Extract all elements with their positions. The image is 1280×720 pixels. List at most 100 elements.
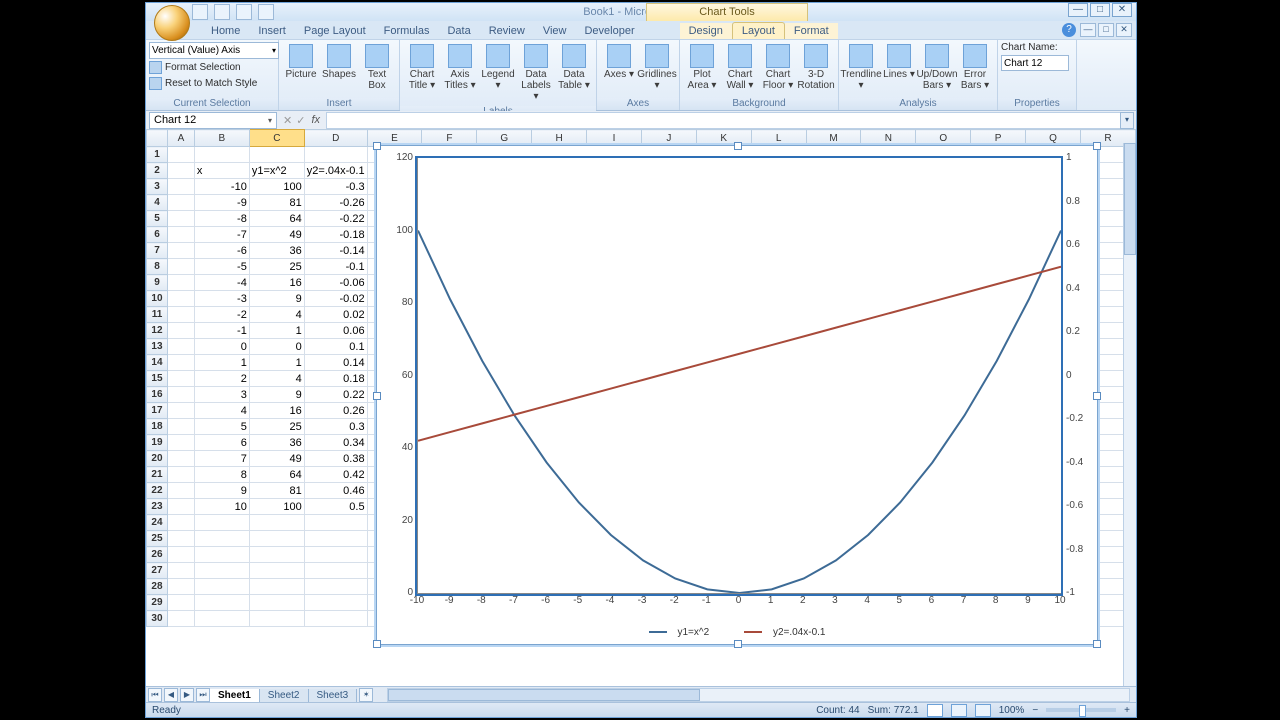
cell-C16[interactable]: 9 bbox=[249, 387, 304, 403]
cell-C13[interactable]: 0 bbox=[249, 339, 304, 355]
row-header-25[interactable]: 25 bbox=[147, 531, 168, 547]
cell-C11[interactable]: 4 bbox=[249, 307, 304, 323]
tab-page-layout[interactable]: Page Layout bbox=[295, 23, 375, 39]
cell-C21[interactable]: 64 bbox=[249, 467, 304, 483]
cell-A24[interactable] bbox=[167, 515, 194, 531]
plot-area[interactable] bbox=[417, 158, 1061, 594]
chart-name-input[interactable] bbox=[1001, 55, 1069, 71]
select-all-corner[interactable] bbox=[147, 130, 168, 147]
cell-D25[interactable] bbox=[304, 531, 367, 547]
axis-titles-button[interactable]: Axis Titles ▾ bbox=[442, 42, 478, 104]
cell-B5[interactable]: -8 bbox=[194, 211, 249, 227]
office-button[interactable] bbox=[154, 5, 190, 41]
cell-A1[interactable] bbox=[167, 147, 194, 163]
data-table-button[interactable]: Data Table ▾ bbox=[556, 42, 592, 104]
cell-B22[interactable]: 9 bbox=[194, 483, 249, 499]
cancel-formula-icon[interactable]: ✕ bbox=[283, 114, 292, 127]
resize-handle-se[interactable] bbox=[1093, 640, 1101, 648]
tab-view[interactable]: View bbox=[534, 23, 576, 39]
row-header-2[interactable]: 2 bbox=[147, 163, 168, 179]
cell-C6[interactable]: 49 bbox=[249, 227, 304, 243]
cell-B27[interactable] bbox=[194, 563, 249, 579]
row-header-24[interactable]: 24 bbox=[147, 515, 168, 531]
cell-C22[interactable]: 81 bbox=[249, 483, 304, 499]
cell-D15[interactable]: 0.18 bbox=[304, 371, 367, 387]
cell-A26[interactable] bbox=[167, 547, 194, 563]
cell-A21[interactable] bbox=[167, 467, 194, 483]
row-header-11[interactable]: 11 bbox=[147, 307, 168, 323]
vertical-scrollbar[interactable] bbox=[1123, 143, 1136, 687]
cell-D13[interactable]: 0.1 bbox=[304, 339, 367, 355]
cell-A10[interactable] bbox=[167, 291, 194, 307]
fx-icon[interactable]: fx bbox=[311, 114, 320, 126]
cell-A27[interactable] bbox=[167, 563, 194, 579]
cell-D28[interactable] bbox=[304, 579, 367, 595]
cell-B12[interactable]: -1 bbox=[194, 323, 249, 339]
cell-D1[interactable] bbox=[304, 147, 367, 163]
row-header-8[interactable]: 8 bbox=[147, 259, 168, 275]
cell-D17[interactable]: 0.26 bbox=[304, 403, 367, 419]
insert-sheet-button[interactable]: ✶ bbox=[359, 688, 373, 702]
resize-handle-ne[interactable] bbox=[1093, 142, 1101, 150]
cell-B29[interactable] bbox=[194, 595, 249, 611]
cell-A15[interactable] bbox=[167, 371, 194, 387]
zoom-out-button[interactable]: − bbox=[1032, 705, 1038, 716]
axes-button[interactable]: Axes ▾ bbox=[601, 42, 637, 96]
col-header-I[interactable]: I bbox=[587, 130, 642, 147]
cell-C17[interactable]: 16 bbox=[249, 403, 304, 419]
cell-C8[interactable]: 25 bbox=[249, 259, 304, 275]
cell-D12[interactable]: 0.06 bbox=[304, 323, 367, 339]
maximize-button[interactable]: □ bbox=[1090, 3, 1110, 17]
enter-formula-icon[interactable]: ✓ bbox=[296, 114, 305, 127]
row-header-12[interactable]: 12 bbox=[147, 323, 168, 339]
cell-A12[interactable] bbox=[167, 323, 194, 339]
cell-B26[interactable] bbox=[194, 547, 249, 563]
cell-B20[interactable]: 7 bbox=[194, 451, 249, 467]
cell-B14[interactable]: 1 bbox=[194, 355, 249, 371]
cell-A17[interactable] bbox=[167, 403, 194, 419]
cell-A30[interactable] bbox=[167, 611, 194, 627]
up/down-bars-button[interactable]: Up/Down Bars ▾ bbox=[919, 42, 955, 96]
shapes-button[interactable]: Shapes bbox=[321, 42, 357, 96]
format-selection-button[interactable]: Format Selection bbox=[149, 60, 279, 75]
cell-A23[interactable] bbox=[167, 499, 194, 515]
row-header-9[interactable]: 9 bbox=[147, 275, 168, 291]
cell-B6[interactable]: -7 bbox=[194, 227, 249, 243]
doc-minimize-button[interactable]: — bbox=[1080, 23, 1096, 37]
cell-A5[interactable] bbox=[167, 211, 194, 227]
cell-C10[interactable]: 9 bbox=[249, 291, 304, 307]
cell-B13[interactable]: 0 bbox=[194, 339, 249, 355]
cell-B23[interactable]: 10 bbox=[194, 499, 249, 515]
cell-D23[interactable]: 0.5 bbox=[304, 499, 367, 515]
col-header-N[interactable]: N bbox=[861, 130, 916, 147]
cell-B1[interactable] bbox=[194, 147, 249, 163]
col-header-F[interactable]: F bbox=[422, 130, 477, 147]
cell-D3[interactable]: -0.3 bbox=[304, 179, 367, 195]
chart-title-button[interactable]: Chart Title ▾ bbox=[404, 42, 440, 104]
tab-nav-first[interactable]: ⏮ bbox=[148, 688, 162, 702]
row-header-15[interactable]: 15 bbox=[147, 371, 168, 387]
row-header-16[interactable]: 16 bbox=[147, 387, 168, 403]
cell-C23[interactable]: 100 bbox=[249, 499, 304, 515]
row-header-22[interactable]: 22 bbox=[147, 483, 168, 499]
zoom-level[interactable]: 100% bbox=[999, 705, 1025, 716]
row-header-26[interactable]: 26 bbox=[147, 547, 168, 563]
cell-D24[interactable] bbox=[304, 515, 367, 531]
tab-data[interactable]: Data bbox=[438, 23, 479, 39]
legend-button[interactable]: Legend ▾ bbox=[480, 42, 516, 104]
col-header-A[interactable]: A bbox=[167, 130, 194, 147]
row-header-23[interactable]: 23 bbox=[147, 499, 168, 515]
cell-D7[interactable]: -0.14 bbox=[304, 243, 367, 259]
view-normal-icon[interactable] bbox=[927, 704, 943, 717]
cell-D29[interactable] bbox=[304, 595, 367, 611]
row-header-4[interactable]: 4 bbox=[147, 195, 168, 211]
cell-A13[interactable] bbox=[167, 339, 194, 355]
chart-wall-button[interactable]: Chart Wall ▾ bbox=[722, 42, 758, 96]
cell-D14[interactable]: 0.14 bbox=[304, 355, 367, 371]
chart-element-selector[interactable]: Vertical (Value) Axis▾ bbox=[149, 42, 279, 59]
cell-B11[interactable]: -2 bbox=[194, 307, 249, 323]
col-header-L[interactable]: L bbox=[751, 130, 806, 147]
row-header-14[interactable]: 14 bbox=[147, 355, 168, 371]
cell-C27[interactable] bbox=[249, 563, 304, 579]
cell-A20[interactable] bbox=[167, 451, 194, 467]
